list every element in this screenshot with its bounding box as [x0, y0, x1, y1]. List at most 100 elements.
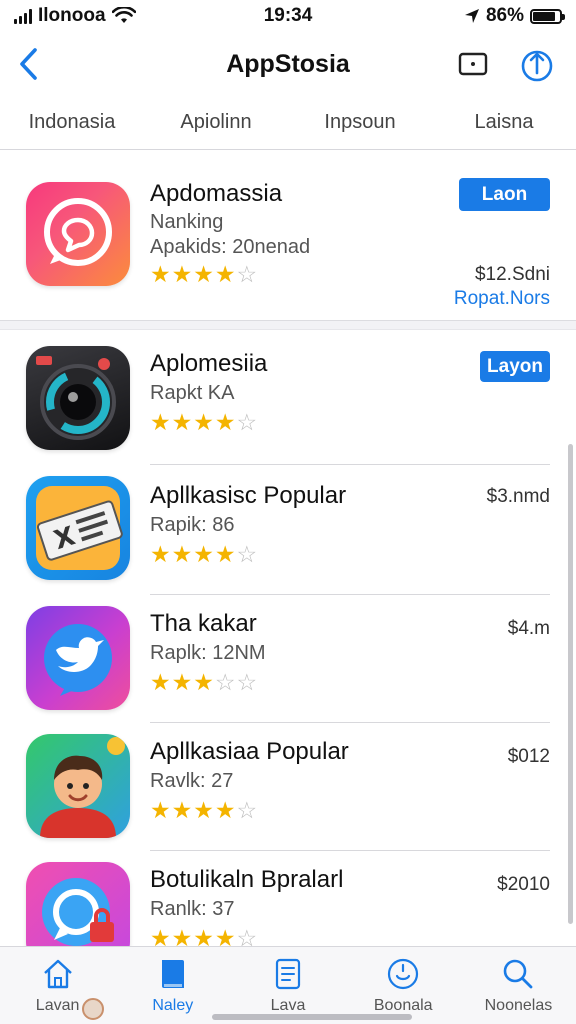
app-subtitle: Nanking	[150, 211, 224, 233]
carrier-label: Ilonooa	[38, 5, 106, 26]
app-subtitle: Ravlk: 27	[150, 770, 234, 792]
star-empty-icon: ☆	[236, 797, 258, 823]
row-divider	[150, 594, 550, 595]
star-filled-icon: ★	[150, 261, 171, 287]
star-filled-icon: ★	[193, 541, 214, 567]
tabbar-item-4[interactable]: Noonelas	[461, 947, 576, 1024]
star-filled-icon: ★	[150, 797, 171, 823]
battery-percent: 86%	[485, 5, 524, 26]
battery-fill	[533, 11, 556, 21]
rating-stars: ★ ★ ★ ★ ☆	[150, 542, 257, 566]
star-filled-icon: ★	[171, 409, 193, 435]
app-name: Aplomesiia	[150, 350, 268, 377]
document-icon	[268, 955, 308, 993]
app-name: Apllkasiaa Popular	[150, 738, 349, 765]
search-icon	[498, 955, 538, 993]
tabbar-label: Lava	[270, 997, 306, 1014]
tab-2[interactable]: Inpsoun	[288, 96, 432, 149]
app-subtitle: Rapkt KA	[150, 382, 235, 404]
app-subtitle: Ranlk: 37	[150, 898, 235, 920]
signal-icon	[14, 8, 32, 24]
star-filled-icon: ★	[193, 409, 214, 435]
status-time: 19:34	[263, 5, 313, 26]
scrollbar[interactable]	[568, 444, 573, 924]
star-empty-icon: ☆	[236, 261, 258, 287]
get-button[interactable]: Layon	[480, 351, 550, 382]
tabbar-label: Noonelas	[484, 997, 553, 1014]
star-filled-icon: ★	[214, 541, 236, 567]
tab-label: Laisna	[474, 111, 534, 133]
tabbar-label: Naley	[152, 997, 194, 1014]
nav-header: AppStosia	[0, 36, 576, 92]
book-icon	[153, 955, 193, 993]
app-price: $4.m	[507, 618, 550, 639]
star-filled-icon: ★	[171, 261, 193, 287]
tab-label: Indonasia	[28, 111, 116, 133]
app-name: Apllkasisc Popular	[150, 482, 347, 509]
featured-app-card[interactable]: Apdomassia Nanking Apakids: 20nenad ★ ★ ★ ★…	[0, 160, 576, 320]
tab-1[interactable]: Apiolinn	[144, 96, 288, 149]
status-left: Ilonooa	[14, 5, 136, 27]
app-name: Apdomassia	[150, 180, 283, 207]
bird-icon	[26, 606, 130, 710]
app-meta: Apakids: 20nenad	[150, 236, 311, 258]
get-button[interactable]: Laon	[459, 178, 550, 211]
battery-icon	[530, 8, 565, 24]
section-separator	[0, 320, 576, 330]
rating-stars: ★ ★ ★ ★ ☆	[150, 798, 257, 822]
tab-0[interactable]: Indonasia	[0, 96, 144, 149]
tab-label: Apiolinn	[180, 111, 252, 133]
row-divider	[150, 850, 550, 851]
star-filled-icon: ★	[193, 669, 214, 695]
app-link[interactable]: Ropat.Nors	[454, 288, 550, 310]
star-filled-icon: ★	[193, 797, 214, 823]
chevron-left-icon	[20, 48, 37, 80]
app-subtitle: Raplk: 12NM	[150, 642, 266, 664]
app-price: $3.nmd	[486, 486, 550, 507]
row-divider	[150, 722, 550, 723]
row-divider	[150, 464, 550, 465]
cartoon-boy-icon	[26, 734, 130, 838]
square-dot-icon	[458, 52, 488, 76]
rating-stars: ★ ★ ★ ★ ☆	[150, 262, 257, 286]
star-empty-icon: ☆	[236, 669, 258, 695]
tabbar-item-1[interactable]: Naley	[115, 947, 230, 1024]
tab-label: Inpsoun	[324, 111, 396, 133]
star-filled-icon: ★	[171, 541, 193, 567]
star-filled-icon: ★	[171, 797, 193, 823]
home-indicator[interactable]	[212, 1014, 412, 1020]
back-button[interactable]	[8, 44, 48, 84]
tabbar-item-3[interactable]: Boonala	[346, 947, 461, 1024]
floating-avatar[interactable]	[82, 998, 104, 1020]
star-filled-icon: ★	[150, 669, 171, 695]
star-filled-icon: ★	[171, 669, 193, 695]
app-price: $12.Sdni	[474, 264, 550, 285]
status-bar: Ilonooa 19:34 86%	[0, 0, 576, 32]
status-right: 86%	[464, 5, 565, 27]
home-icon	[38, 955, 78, 993]
star-filled-icon: ★	[214, 409, 236, 435]
ticket-icon: X	[26, 476, 130, 580]
star-filled-icon: ★	[150, 541, 171, 567]
app-price: $2010	[497, 874, 550, 895]
page-title: AppStosia	[226, 49, 350, 78]
star-filled-icon: ★	[193, 261, 214, 287]
app-name: Tha kakar	[150, 610, 257, 637]
chat-bubble-icon	[26, 182, 130, 286]
star-empty-icon: ☆	[214, 669, 236, 695]
app-subtitle: Rapik: 86	[150, 514, 235, 536]
tabbar-label: Boonala	[373, 997, 433, 1014]
info-button[interactable]	[454, 47, 492, 81]
star-empty-icon: ☆	[236, 409, 258, 435]
rating-stars: ★ ★ ★ ☆ ☆	[150, 670, 257, 694]
tabbar-item-2[interactable]: Lava	[230, 947, 345, 1024]
app-price: $012	[507, 746, 550, 767]
app-name: Botulikaln Bpralarl	[150, 866, 344, 893]
segment-tabs: Indonasia Apiolinn Inpsoun Laisna	[0, 96, 576, 150]
share-button[interactable]	[516, 44, 558, 86]
tab-3[interactable]: Laisna	[432, 96, 576, 149]
star-filled-icon: ★	[214, 261, 236, 287]
smiley-icon	[383, 955, 423, 993]
tabbar-label: Lavan	[35, 997, 80, 1014]
location-arrow-icon	[464, 9, 479, 23]
